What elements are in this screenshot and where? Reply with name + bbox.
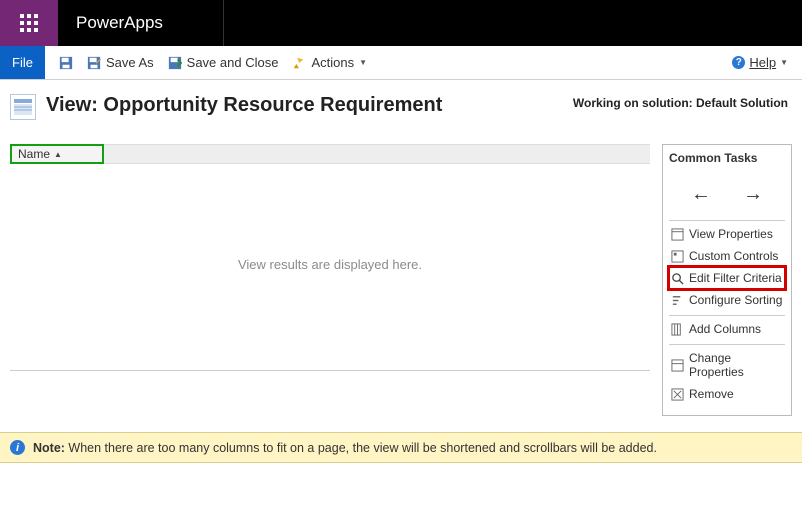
actions-icon [292,56,306,70]
task-label: Remove [689,387,734,401]
task-label: Add Columns [689,322,761,336]
task-label: Configure Sorting [689,293,782,307]
app-header: PowerApps [0,0,802,46]
note-label: Note: [33,441,65,455]
app-launcher-button[interactable] [0,0,58,46]
save-icon [59,56,73,70]
sort-ascending-icon: ▲ [54,150,62,159]
command-bar: File Save As Save and Close Actions ▼ ? … [0,46,802,80]
info-note-bar: i Note: When there are too many columns … [0,432,802,463]
save-as-label: Save As [106,55,154,70]
task-add-columns[interactable]: Add Columns [669,318,785,340]
change-properties-icon [671,359,684,372]
header-divider [223,0,224,46]
help-menu-button[interactable]: ? Help ▼ [732,46,802,79]
task-label: Custom Controls [689,249,778,263]
chevron-down-icon: ▼ [780,58,788,67]
controls-icon [671,250,684,263]
note-text: When there are too many columns to fit o… [65,441,657,455]
sort-icon [671,294,684,307]
properties-icon [671,228,684,241]
solution-context-label: Working on solution: Default Solution [573,94,792,110]
app-title: PowerApps [58,0,163,46]
search-icon [671,272,684,285]
add-columns-icon [671,323,684,336]
common-tasks-title: Common Tasks [669,151,785,165]
column-header-label: Name [18,147,50,161]
remove-icon [671,388,684,401]
save-as-button[interactable]: Save As [87,55,154,70]
task-edit-filter-criteria[interactable]: Edit Filter Criteria [669,267,785,289]
view-entity-icon [10,94,36,120]
task-configure-sorting[interactable]: Configure Sorting [669,289,785,311]
task-label: Edit Filter Criteria [689,271,782,285]
save-close-icon [168,56,182,70]
save-as-icon [87,56,101,70]
column-header-name[interactable]: Name ▲ [10,144,104,164]
common-tasks-pane: Common Tasks ← → View Properties Custom … [662,144,792,416]
help-icon: ? [732,56,745,69]
view-grid: Name ▲ View results are displayed here. [10,144,650,416]
task-remove[interactable]: Remove [669,383,785,405]
page-title: View: Opportunity Resource Requirement [46,94,442,117]
waffle-icon [20,14,38,32]
help-label: Help [749,55,776,70]
grid-empty-message: View results are displayed here. [10,164,650,364]
nav-forward-button[interactable]: → [743,183,763,206]
page-header: View: Opportunity Resource Requirement W… [10,94,792,120]
save-button[interactable] [59,56,73,70]
file-menu-button[interactable]: File [0,46,45,79]
task-view-properties[interactable]: View Properties [669,223,785,245]
actions-label: Actions [311,55,354,70]
save-and-close-label: Save and Close [187,55,279,70]
actions-menu-button[interactable]: Actions ▼ [292,55,367,70]
nav-back-button[interactable]: ← [691,183,711,206]
column-header-empty [104,144,650,164]
task-custom-controls[interactable]: Custom Controls [669,245,785,267]
task-label: Change Properties [689,351,783,379]
task-label: View Properties [689,227,773,241]
save-and-close-button[interactable]: Save and Close [168,55,279,70]
chevron-down-icon: ▼ [359,58,367,67]
task-change-properties[interactable]: Change Properties [669,347,785,383]
info-icon: i [10,440,25,455]
